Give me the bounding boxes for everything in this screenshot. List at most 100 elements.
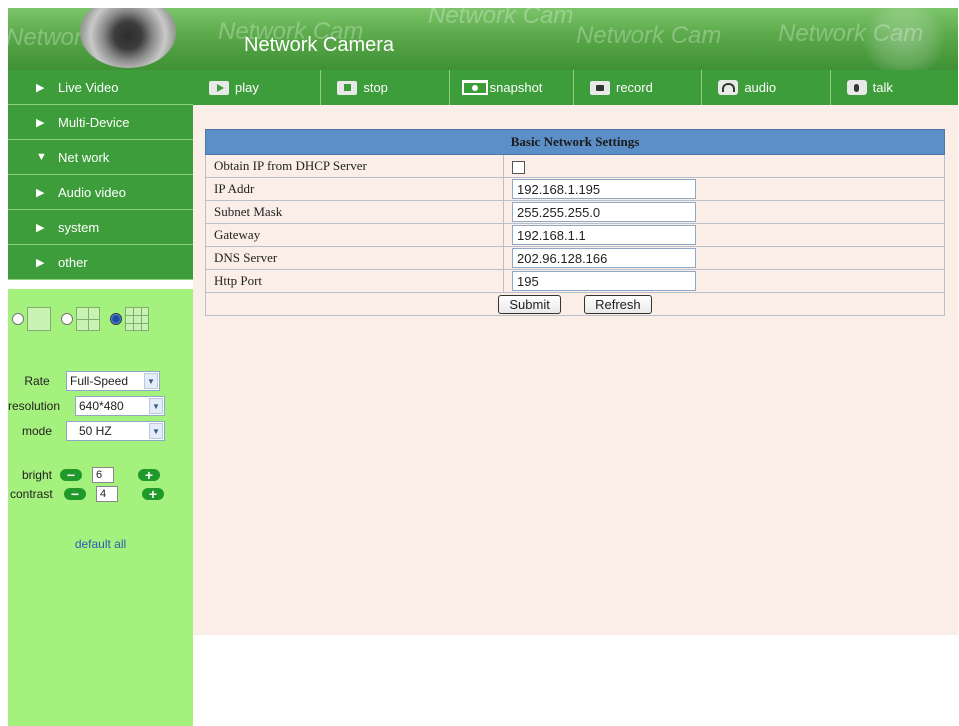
snapshot-icon [461, 80, 488, 95]
page-title: Network Camera [244, 34, 395, 56]
mode-select[interactable]: 50 HZ ▼ [66, 421, 165, 441]
rate-label: Rate [24, 374, 50, 388]
subnet-mask-label: Subnet Mask [205, 200, 504, 224]
stop-button[interactable]: stop [321, 70, 450, 105]
sidebar-item-multi-device[interactable]: ▶ Multi-Device [8, 105, 193, 140]
sidebar-item-live-video[interactable]: ▶ Live Video [8, 70, 193, 105]
camera-watermark-icon [856, 8, 952, 70]
stop-label: stop [363, 80, 388, 95]
button-row: Submit Refresh [205, 292, 945, 316]
rate-value: Full-Speed [70, 374, 129, 388]
toolbar: play stop snapshot record audio talk [193, 70, 958, 105]
resolution-value: 640*480 [79, 399, 124, 413]
audio-icon [718, 80, 739, 95]
mode-row: mode 50 HZ ▼ [8, 421, 165, 441]
sidebar-item-system[interactable]: ▶ system [8, 210, 193, 245]
default-all-link[interactable]: default all [8, 537, 193, 551]
dns-server-label: DNS Server [205, 246, 504, 270]
snapshot-label: snapshot [489, 80, 543, 95]
layout-radio-quad[interactable] [61, 313, 73, 325]
table-row: Gateway 192.168.1.1 [205, 223, 945, 247]
sidebar-item-other[interactable]: ▶ other [8, 245, 193, 280]
snapshot-button[interactable]: snapshot [450, 70, 574, 105]
contrast-row: contrast − 4 + [8, 486, 164, 502]
table-row: IP Addr 192.168.1.195 [205, 177, 945, 201]
record-button[interactable]: record [574, 70, 703, 105]
table-row: Subnet Mask 255.255.255.0 [205, 200, 945, 224]
single-view-icon [27, 307, 51, 331]
sidebar-item-label: system [58, 219, 100, 235]
main-content: Basic Network Settings Obtain IP from DH… [193, 105, 958, 635]
table-row: Http Port 195 [205, 269, 945, 293]
bright-row: bright − 6 + [8, 467, 160, 483]
dns-server-input[interactable]: 202.96.128.166 [512, 248, 696, 268]
sidebar-control-panel: Rate Full-Speed ▼ resolution 640*480 ▼ m… [8, 289, 193, 726]
chevron-down-icon: ▼ [144, 373, 158, 389]
table-row: Obtain IP from DHCP Server [205, 154, 945, 178]
header-banner: Network Cam Network Cam Network Cam Netw… [8, 8, 958, 70]
camera-logo-icon [80, 8, 176, 68]
triangle-right-icon: ▶ [36, 81, 45, 94]
contrast-plus-button[interactable]: + [142, 487, 164, 501]
record-icon [589, 80, 610, 95]
network-settings-table: Basic Network Settings Obtain IP from DH… [205, 129, 945, 316]
talk-button[interactable]: talk [831, 70, 958, 105]
contrast-value[interactable]: 4 [96, 486, 118, 502]
record-label: record [615, 80, 653, 95]
triangle-right-icon: ▶ [36, 116, 45, 129]
layout-radio-nine[interactable] [110, 313, 122, 325]
gateway-input[interactable]: 192.168.1.1 [512, 225, 696, 245]
chevron-down-icon: ▼ [149, 423, 163, 439]
sidebar-nav: ▶ Live Video ▶ Multi-Device ▼ Net work ▶… [8, 70, 193, 280]
layout-selector [12, 307, 159, 331]
refresh-button[interactable]: Refresh [584, 294, 652, 314]
contrast-label: contrast [10, 487, 53, 501]
sidebar-item-label: Audio video [58, 184, 126, 200]
bright-plus-button[interactable]: + [138, 468, 160, 482]
resolution-select[interactable]: 640*480 ▼ [75, 396, 165, 416]
play-icon [209, 80, 229, 95]
nine-view-icon [125, 307, 149, 331]
bright-value[interactable]: 6 [92, 467, 114, 483]
contrast-minus-button[interactable]: − [64, 487, 86, 501]
microphone-icon [846, 80, 867, 95]
mode-value: 50 HZ [79, 424, 112, 438]
chevron-down-icon: ▼ [149, 398, 163, 414]
play-button[interactable]: play [193, 70, 322, 105]
bright-label: bright [21, 468, 52, 482]
triangle-right-icon: ▶ [36, 256, 45, 269]
layout-radio-single[interactable] [12, 313, 24, 325]
sidebar-item-label: Live Video [58, 79, 119, 95]
talk-label: talk [872, 80, 893, 95]
triangle-right-icon: ▶ [36, 186, 45, 199]
rate-row: Rate Full-Speed ▼ [8, 371, 160, 391]
watermark-text: Network Cam [428, 8, 574, 29]
rate-select[interactable]: Full-Speed ▼ [66, 371, 160, 391]
http-port-label: Http Port [205, 269, 504, 293]
table-row: DNS Server 202.96.128.166 [205, 246, 945, 270]
dhcp-checkbox[interactable] [512, 160, 525, 174]
ip-addr-input[interactable]: 192.168.1.195 [512, 179, 696, 199]
stop-icon [337, 80, 358, 95]
resolution-label: resolution [8, 399, 61, 413]
http-port-input[interactable]: 195 [512, 271, 696, 291]
subnet-mask-input[interactable]: 255.255.255.0 [512, 202, 696, 222]
triangle-down-icon: ▼ [36, 151, 47, 163]
audio-label: audio [744, 80, 777, 95]
audio-button[interactable]: audio [702, 70, 831, 105]
triangle-right-icon: ▶ [36, 221, 45, 234]
sidebar-item-label: other [58, 254, 88, 270]
watermark-text: Network Cam [576, 22, 722, 49]
submit-button[interactable]: Submit [498, 294, 561, 314]
play-label: play [235, 80, 259, 95]
table-title: Basic Network Settings [205, 129, 945, 155]
sidebar-item-label: Net work [58, 149, 110, 165]
gateway-label: Gateway [205, 223, 504, 247]
sidebar-item-audio-video[interactable]: ▶ Audio video [8, 175, 193, 210]
sidebar-item-network[interactable]: ▼ Net work [8, 140, 193, 175]
quad-view-icon [76, 307, 100, 331]
ip-addr-label: IP Addr [205, 177, 504, 201]
mode-label: mode [21, 424, 53, 438]
bright-minus-button[interactable]: − [60, 468, 82, 482]
sidebar-item-label: Multi-Device [58, 114, 130, 130]
